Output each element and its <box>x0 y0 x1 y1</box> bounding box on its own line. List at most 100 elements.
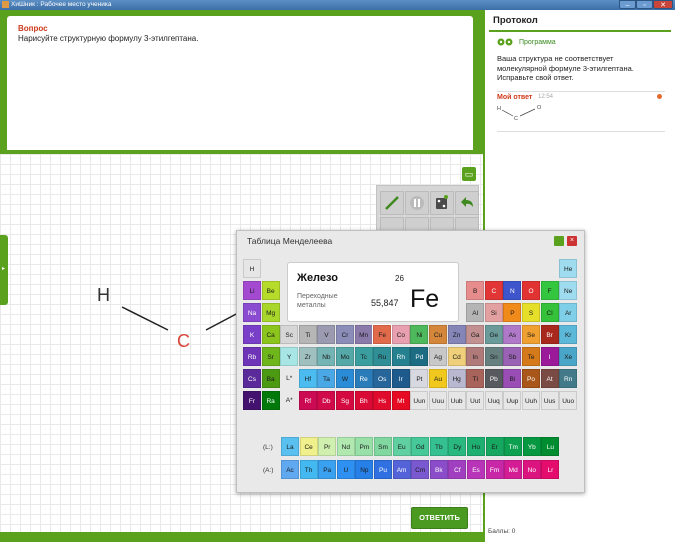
element-uuh[interactable]: Uuh <box>522 391 540 410</box>
element-tm[interactable]: Tm <box>504 437 523 456</box>
element-tb[interactable]: Tb <box>429 437 448 456</box>
element-np[interactable]: Np <box>355 460 374 479</box>
atom-hydrogen[interactable]: H <box>97 285 110 306</box>
element-fe[interactable]: Fe <box>372 324 393 345</box>
element-kr[interactable]: Kr <box>559 325 578 344</box>
element-th[interactable]: Th <box>299 460 318 479</box>
element-pm[interactable]: Pm <box>355 437 374 456</box>
dialog-close-button[interactable]: × <box>567 236 577 246</box>
element-os[interactable]: Os <box>373 369 392 388</box>
element-ra[interactable]: Ra <box>261 391 280 410</box>
element-se[interactable]: Se <box>522 325 540 344</box>
element-bh[interactable]: Bh <box>354 391 373 410</box>
element-as[interactable]: As <box>503 325 522 344</box>
element-hg[interactable]: Hg <box>447 369 466 388</box>
element-uut[interactable]: Uut <box>466 391 485 410</box>
element-es[interactable]: Es <box>467 460 485 479</box>
atom-carbon[interactable]: C <box>177 331 190 352</box>
element-na[interactable]: Na <box>243 303 261 322</box>
element-ru[interactable]: Ru <box>373 347 392 366</box>
element-lu[interactable]: Lu <box>541 437 560 456</box>
element-cl[interactable]: Cl <box>540 303 559 322</box>
element-ge[interactable]: Ge <box>484 325 503 344</box>
element-cm[interactable]: Cm <box>411 460 430 479</box>
element-sm[interactable]: Sm <box>374 437 392 456</box>
element-sr[interactable]: Sr <box>261 347 280 366</box>
element-he[interactable]: He <box>559 259 578 278</box>
element-sc[interactable]: Sc <box>280 325 299 344</box>
element-hs[interactable]: Hs <box>373 391 392 410</box>
element-ar[interactable]: Ar <box>559 303 578 322</box>
element-tc[interactable]: Tc <box>354 347 373 366</box>
element-ne[interactable]: Ne <box>559 281 578 300</box>
element-ca[interactable]: Ca <box>261 325 280 344</box>
element-dy[interactable]: Dy <box>448 437 467 456</box>
element-ga[interactable]: Ga <box>466 325 485 344</box>
element-p[interactable]: P <box>503 303 522 322</box>
element-bi[interactable]: Bi <box>503 369 522 388</box>
element-ba[interactable]: Ba <box>261 369 280 388</box>
element-w[interactable]: W <box>336 369 354 388</box>
element-la[interactable]: La <box>281 437 299 456</box>
element-uus[interactable]: Uus <box>540 391 559 410</box>
element-c[interactable]: C <box>484 281 503 300</box>
answer-button[interactable]: ОТВЕТИТЬ <box>411 507 468 529</box>
element-u[interactable]: U <box>336 460 355 479</box>
element-hf[interactable]: Hf <box>298 369 317 388</box>
element-i[interactable]: I <box>540 347 559 366</box>
element-uuu[interactable]: Uuu <box>429 391 447 410</box>
element-h[interactable]: H <box>243 259 261 278</box>
element-re[interactable]: Re <box>354 369 373 388</box>
element-tl[interactable]: Tl <box>466 369 485 388</box>
element-am[interactable]: Am <box>392 460 411 479</box>
element-no[interactable]: No <box>522 460 541 479</box>
maximize-button[interactable]: ▫ <box>636 0 653 9</box>
element-cs[interactable]: Cs <box>243 369 261 388</box>
element-mo[interactable]: Mo <box>336 347 354 366</box>
element-pa[interactable]: Pa <box>318 460 337 479</box>
element-at[interactable]: At <box>540 369 559 388</box>
element-ce[interactable]: Ce <box>299 437 318 456</box>
element-y[interactable]: Y <box>280 347 299 366</box>
element-uub[interactable]: Uub <box>447 391 466 410</box>
element-fr[interactable]: Fr <box>243 391 261 410</box>
element-mg[interactable]: Mg <box>261 303 280 322</box>
minimize-button[interactable]: – <box>619 0 636 9</box>
element-al[interactable]: Al <box>466 303 485 322</box>
element-cu[interactable]: Cu <box>429 325 447 344</box>
element-cr[interactable]: Cr <box>336 325 354 344</box>
element-li[interactable]: Li <box>243 281 261 300</box>
element-nd[interactable]: Nd <box>336 437 355 456</box>
element-ir[interactable]: Ir <box>391 369 410 388</box>
element-mt[interactable]: Mt <box>391 391 410 410</box>
element-uun[interactable]: Uun <box>410 391 429 410</box>
element-gd[interactable]: Gd <box>411 437 430 456</box>
element-f[interactable]: F <box>540 281 559 300</box>
element-yb[interactable]: Yb <box>522 437 541 456</box>
element-eu[interactable]: Eu <box>392 437 411 456</box>
element-pu[interactable]: Pu <box>374 460 392 479</box>
element-o[interactable]: O <box>522 281 540 300</box>
element-sb[interactable]: Sb <box>503 347 522 366</box>
dialog-minimize-button[interactable] <box>554 236 564 246</box>
element-uup[interactable]: Uup <box>503 391 522 410</box>
element-rn[interactable]: Rn <box>559 369 578 388</box>
element-pr[interactable]: Pr <box>318 437 337 456</box>
element-nb[interactable]: Nb <box>317 347 336 366</box>
element-k[interactable]: K <box>243 325 261 344</box>
element-pt[interactable]: Pt <box>410 369 429 388</box>
element-ta[interactable]: Ta <box>317 369 336 388</box>
element-b[interactable]: B <box>466 281 485 300</box>
element-po[interactable]: Po <box>522 369 540 388</box>
element-ho[interactable]: Ho <box>467 437 485 456</box>
close-button[interactable]: ✕ <box>653 0 673 9</box>
element-ni[interactable]: Ni <box>410 325 429 344</box>
element-v[interactable]: V <box>317 325 336 344</box>
element-pd[interactable]: Pd <box>410 347 429 366</box>
element-uuo[interactable]: Uuo <box>559 391 578 410</box>
element-db[interactable]: Db <box>317 391 336 410</box>
element-pb[interactable]: Pb <box>484 369 503 388</box>
element-si[interactable]: Si <box>484 303 503 322</box>
element-rh[interactable]: Rh <box>391 347 410 366</box>
element-mn[interactable]: Mn <box>354 325 373 344</box>
